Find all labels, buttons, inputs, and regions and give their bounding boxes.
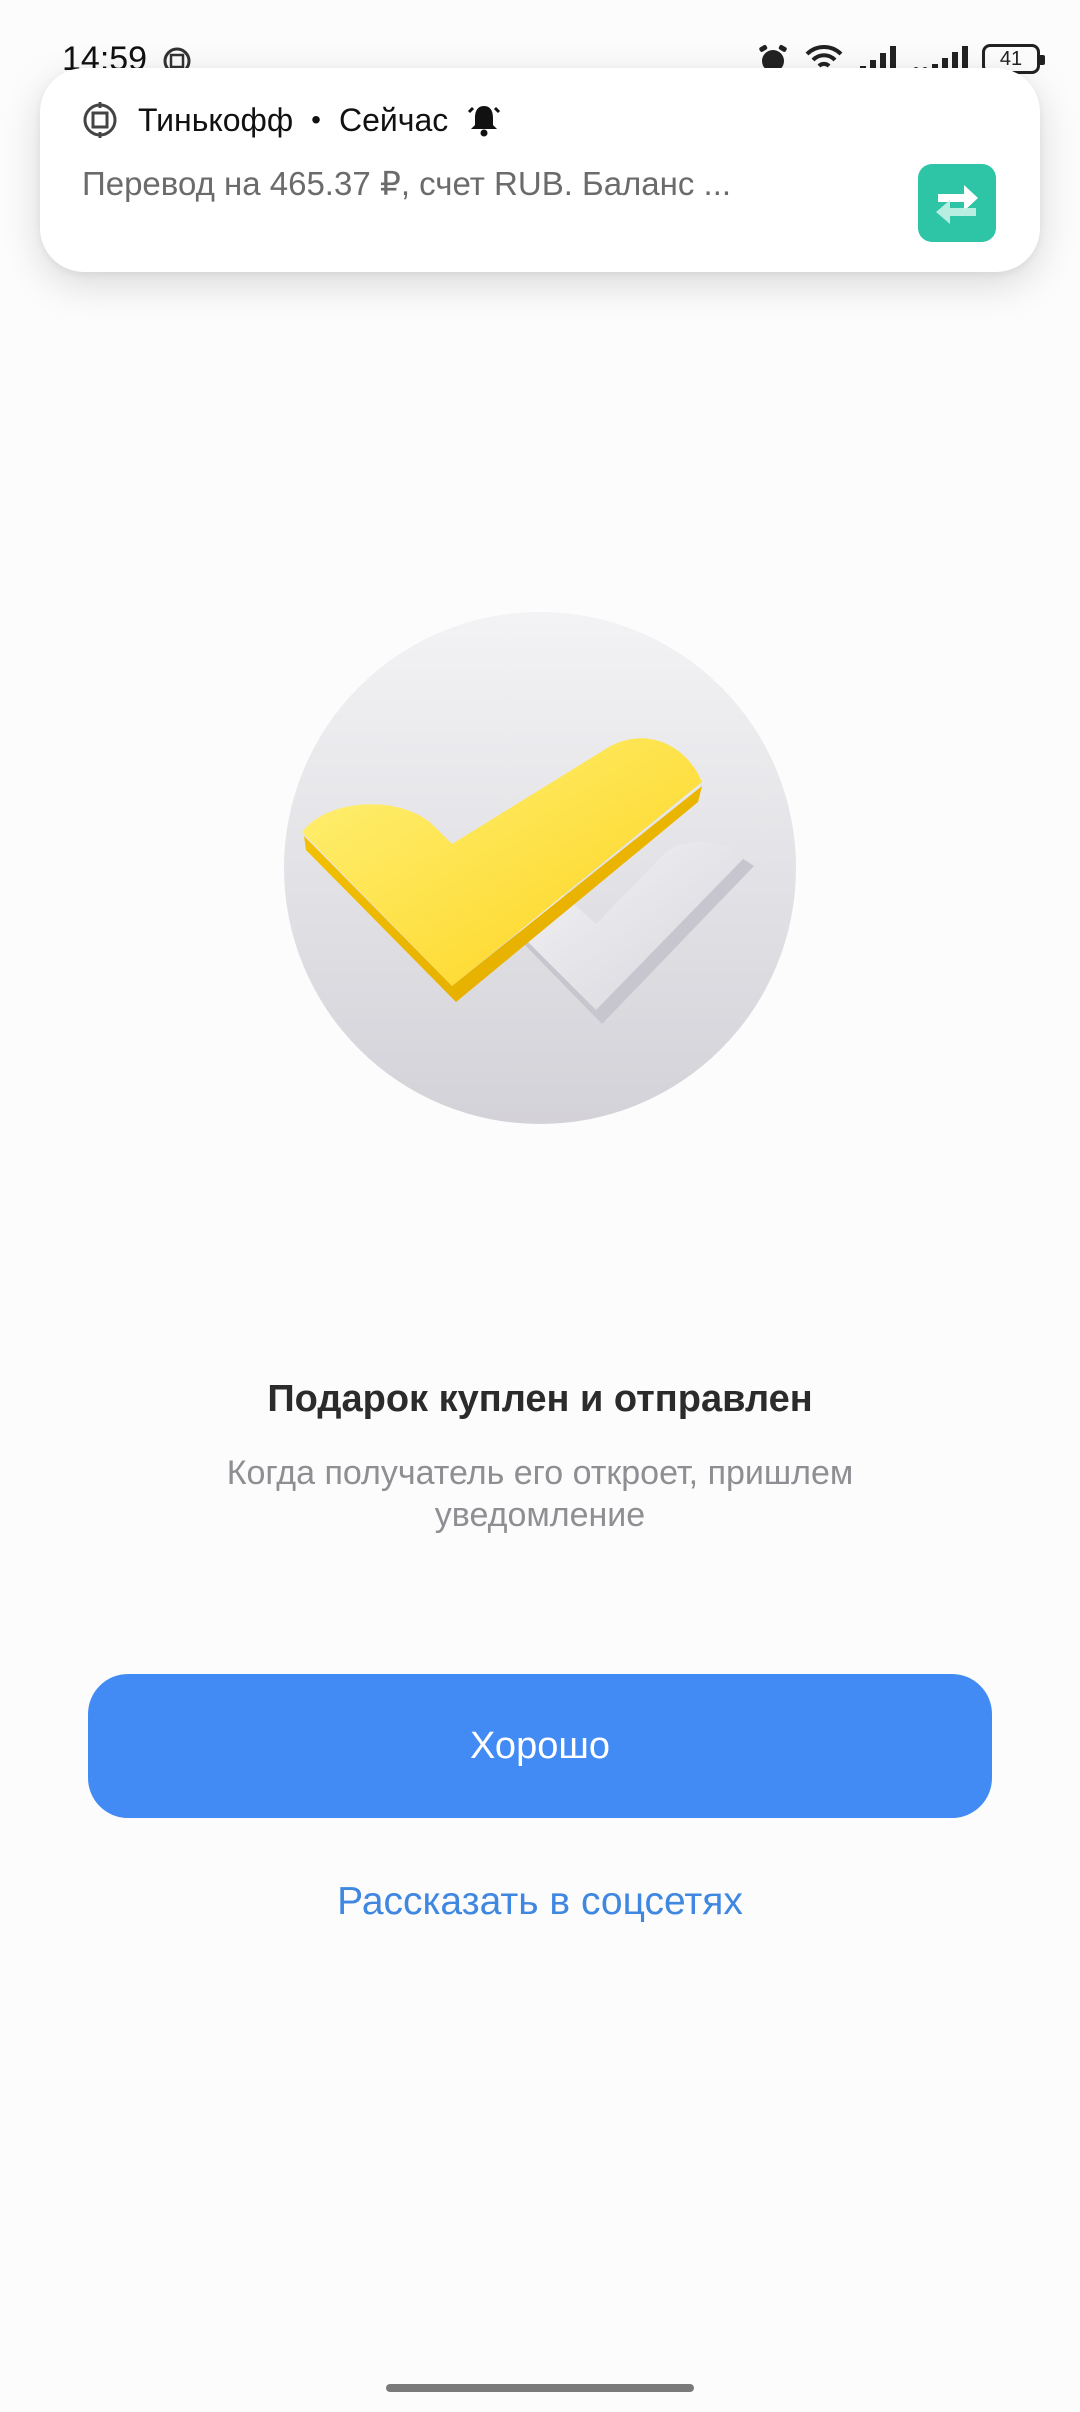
notification-header: Тинькофф • Сейчас (80, 100, 502, 140)
notification-time: Сейчас (338, 101, 449, 138)
share-social-link[interactable]: Рассказать в соцсетях (0, 1880, 1080, 1924)
notification-separator: • (311, 104, 321, 135)
heads-up-notification[interactable]: Тинькофф • Сейчас Перевод на 465.37 ₽, с… (40, 68, 1040, 272)
bell-icon (468, 106, 501, 137)
transfer-icon (918, 164, 996, 242)
notification-text: Перевод на 465.37 ₽, счет RUB. Баланс ..… (82, 165, 732, 202)
gift-sent-screen: 14:59 41 Тинькофф • Сейчас Перевод на 46… (0, 0, 1080, 2412)
notification-app-name: Тинькофф (138, 101, 294, 138)
success-title: Подарок куплен и отправлен (267, 1378, 813, 1420)
success-checkmarks-illustration (284, 612, 796, 1124)
ok-button[interactable]: Хорошо (88, 1674, 992, 1818)
home-indicator[interactable] (386, 2384, 694, 2392)
tinkoff-app-icon (83, 102, 117, 138)
success-subtitle: Когда получатель его откроет, пришлем ув… (226, 1454, 854, 1534)
